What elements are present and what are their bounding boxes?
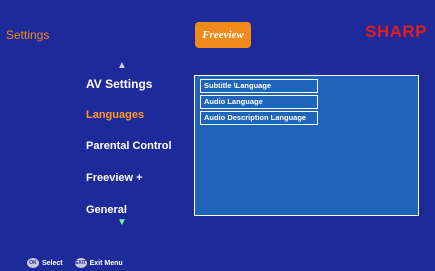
- menu-item-general[interactable]: General: [86, 204, 127, 216]
- option-subtitle-language[interactable]: Subtitle \Language: [200, 79, 318, 93]
- tv-settings-screen: Settings Freeview SHARP ▲ AV Settings La…: [0, 0, 435, 271]
- option-audio-description-language[interactable]: Audio Description Language: [200, 111, 318, 125]
- exit-hint-label: Exit Menu: [89, 259, 123, 267]
- exit-hint: EXIT Exit Menu: [74, 258, 123, 268]
- footer-hints: OK Select EXIT Exit Menu: [27, 258, 135, 268]
- languages-panel: Subtitle \Language Audio Language Audio …: [194, 75, 419, 216]
- freeview-logo: Freeview: [195, 22, 251, 48]
- triangle-up-icon[interactable]: ▲: [117, 61, 127, 71]
- page-title: Settings: [6, 28, 50, 42]
- exit-button-icon: EXIT: [74, 258, 87, 268]
- select-hint: OK Select: [27, 258, 63, 268]
- triangle-down-icon[interactable]: ▼: [117, 218, 127, 228]
- ok-button-icon: OK: [27, 258, 39, 268]
- menu-item-parental-control[interactable]: Parental Control: [86, 140, 172, 152]
- menu-item-freeview-plus[interactable]: Freeview +: [86, 172, 143, 184]
- select-hint-label: Select: [42, 259, 63, 267]
- menu-item-av-settings[interactable]: AV Settings: [86, 77, 152, 91]
- freeview-logo-text: Freeview: [202, 29, 244, 41]
- sharp-brand-logo: SHARP: [364, 22, 427, 41]
- menu-item-languages[interactable]: Languages: [86, 109, 144, 121]
- option-audio-language[interactable]: Audio Language: [200, 95, 318, 109]
